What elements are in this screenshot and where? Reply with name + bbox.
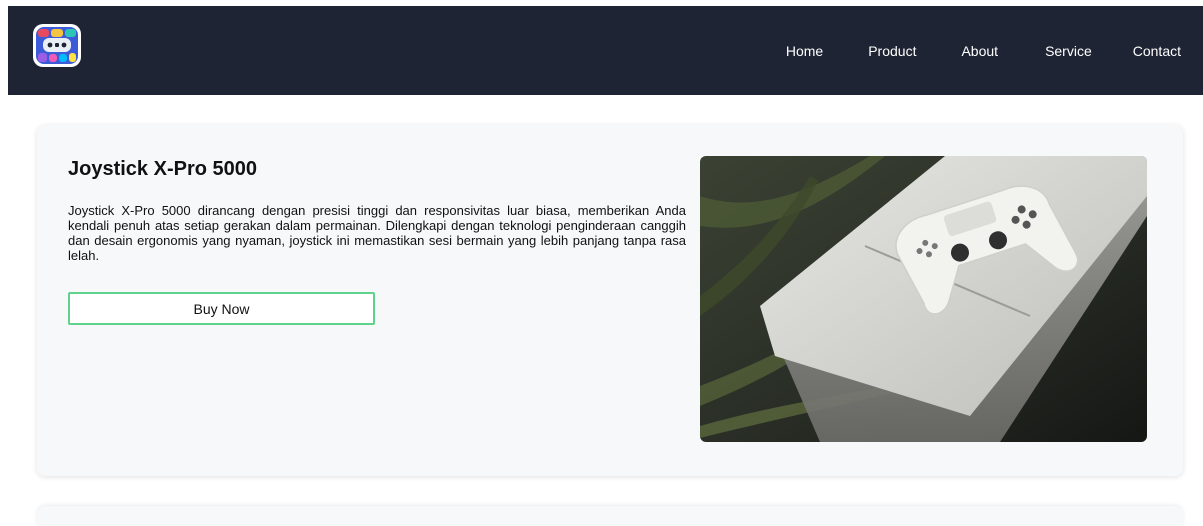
main-nav: Home Product About Service Contact bbox=[786, 6, 1181, 95]
nav-home-link[interactable]: Home bbox=[786, 43, 823, 59]
buy-now-button[interactable]: Buy Now bbox=[68, 292, 375, 325]
console-controller-photo-icon bbox=[700, 156, 1147, 442]
next-product-card bbox=[37, 506, 1183, 526]
product-card: Joystick X-Pro 5000 Joystick X-Pro 5000 … bbox=[37, 125, 1183, 476]
brand-logo-icon[interactable] bbox=[32, 23, 82, 68]
product-description: Joystick X-Pro 5000 dirancang dengan pre… bbox=[68, 203, 686, 263]
product-title: Joystick X-Pro 5000 bbox=[68, 158, 257, 180]
nav-about-link[interactable]: About bbox=[961, 43, 998, 59]
nav-product-link[interactable]: Product bbox=[868, 43, 916, 59]
top-navbar: Home Product About Service Contact bbox=[8, 6, 1203, 95]
product-image bbox=[700, 156, 1147, 442]
nav-service-link[interactable]: Service bbox=[1045, 43, 1092, 59]
nav-contact-link[interactable]: Contact bbox=[1133, 43, 1181, 59]
